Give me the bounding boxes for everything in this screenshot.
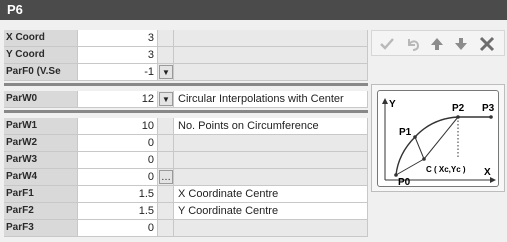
radius-line-p1: [414, 136, 425, 160]
param-description: Circular Interpolations with Center: [174, 91, 368, 108]
x-axis-arrow-icon: [490, 177, 496, 183]
param-name: ParW0: [4, 91, 78, 108]
dropdown-arrow-icon[interactable]: ▼: [159, 65, 173, 79]
param-name: ParW4: [4, 169, 78, 186]
param-row[interactable]: ParW3 0: [4, 152, 368, 169]
param-name: ParW3: [4, 152, 78, 169]
y-axis-label: Y: [389, 99, 396, 110]
param-description: [174, 47, 368, 64]
label-p3: P3: [482, 103, 495, 114]
move-up-icon[interactable]: [428, 35, 446, 53]
param-row[interactable]: ParF0 (V.Se -1 ▼: [4, 64, 368, 81]
section-divider: [4, 83, 368, 86]
param-name: ParF1: [4, 186, 78, 203]
param-value-input[interactable]: 1.5: [78, 186, 158, 203]
point-p1: [413, 135, 417, 139]
param-value-input[interactable]: 12: [78, 91, 158, 108]
ellipsis-button[interactable]: …: [159, 170, 173, 184]
dropdown-arrow-icon[interactable]: ▼: [159, 92, 173, 106]
param-description: [174, 152, 368, 169]
param-description: X Coordinate Centre: [174, 186, 368, 203]
point-p3: [489, 115, 493, 119]
param-row[interactable]: ParW4 0 …: [4, 169, 368, 186]
param-value-input[interactable]: 0: [78, 135, 158, 152]
delete-icon[interactable]: [478, 35, 496, 53]
param-value-input[interactable]: 0: [78, 220, 158, 237]
param-name: ParF3: [4, 220, 78, 237]
checkmark-icon[interactable]: [378, 35, 396, 53]
param-row[interactable]: ParW0 12 ▼ Circular Interpolations with …: [4, 91, 368, 108]
param-row[interactable]: ParW2 0: [4, 135, 368, 152]
y-axis-arrow-icon: [382, 98, 388, 104]
param-name: Y Coord: [4, 47, 78, 64]
interpolation-diagram: Y X P0 P1 P2 P3 C ( Xc,Yc ): [377, 90, 499, 188]
param-name: ParF0 (V.Se: [4, 64, 78, 81]
param-value-input[interactable]: 0: [78, 169, 158, 186]
section-divider: [4, 110, 368, 113]
param-value-input[interactable]: 3: [78, 47, 158, 64]
param-row[interactable]: ParF3 0: [4, 220, 368, 237]
param-name: ParW2: [4, 135, 78, 152]
x-axis-label: X: [484, 167, 491, 178]
param-value-input[interactable]: 1.5: [78, 203, 158, 220]
undo-icon[interactable]: [404, 35, 422, 53]
window-title: P6: [7, 2, 23, 17]
point-center: [422, 157, 426, 161]
param-description: No. Points on Circumference: [174, 118, 368, 135]
param-value-input[interactable]: 3: [78, 30, 158, 47]
param-row[interactable]: Y Coord 3: [4, 47, 368, 64]
radius-line-p0: [395, 158, 425, 176]
row-toolbar: [371, 30, 505, 56]
param-value-input[interactable]: -1: [78, 64, 158, 81]
param-row[interactable]: X Coord 3: [4, 30, 368, 47]
param-description: [174, 220, 368, 237]
label-center: C ( Xc,Yc ): [426, 165, 466, 174]
label-p0: P0: [398, 177, 411, 188]
param-description: [174, 30, 368, 47]
point-p2: [456, 115, 460, 119]
param-value-input[interactable]: 0: [78, 152, 158, 169]
param-name: ParF2: [4, 203, 78, 220]
param-row[interactable]: ParF2 1.5 Y Coordinate Centre: [4, 203, 368, 220]
label-p1: P1: [399, 127, 412, 138]
param-description: [174, 169, 368, 186]
move-down-icon[interactable]: [452, 35, 470, 53]
param-description: [174, 135, 368, 152]
title-bar: P6: [0, 0, 507, 20]
param-row[interactable]: ParW1 10 No. Points on Circumference: [4, 118, 368, 135]
radius-line-p2: [423, 116, 459, 160]
param-name: ParW1: [4, 118, 78, 135]
param-name: X Coord: [4, 30, 78, 47]
param-description: [174, 64, 368, 81]
param-value-input[interactable]: 10: [78, 118, 158, 135]
param-row[interactable]: ParF1 1.5 X Coordinate Centre: [4, 186, 368, 203]
label-p2: P2: [452, 103, 465, 114]
param-description: Y Coordinate Centre: [174, 203, 368, 220]
